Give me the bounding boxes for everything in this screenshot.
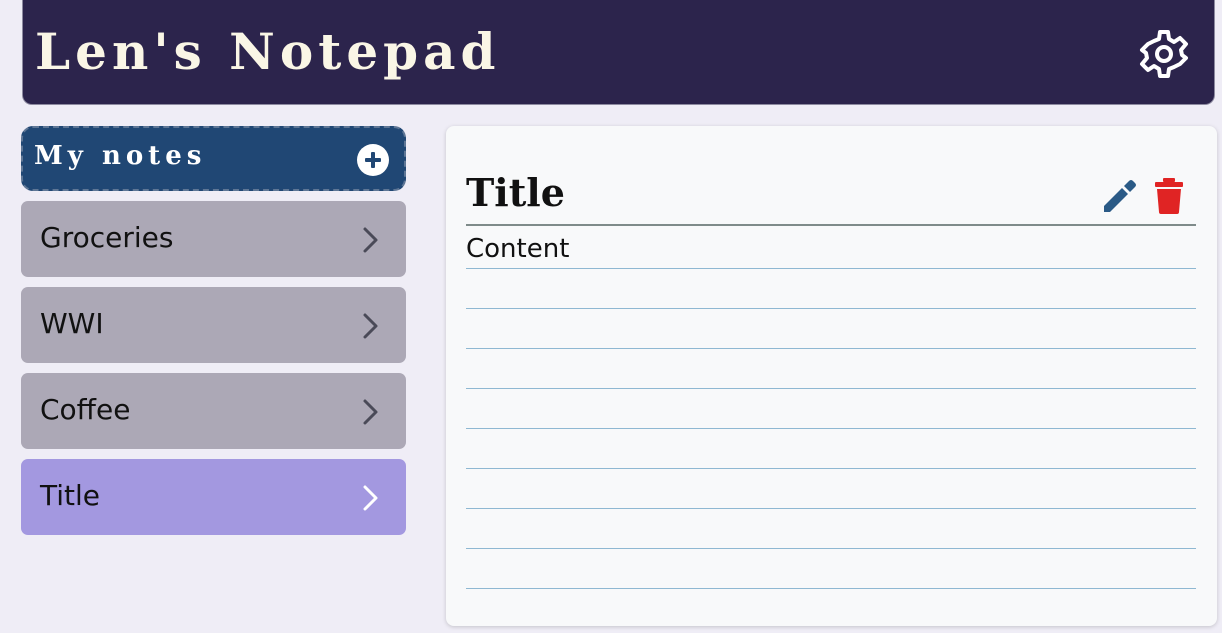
add-note-button[interactable]: [356, 143, 390, 177]
app-header: Len's Notepad: [22, 0, 1215, 105]
note-title: Title: [466, 170, 565, 215]
notes-sidebar-header: My notes: [21, 126, 406, 191]
note-content[interactable]: Content: [466, 229, 1196, 589]
sidebar-item-title[interactable]: Title: [21, 459, 406, 535]
app-title: Len's Notepad: [35, 22, 501, 81]
sidebar-item-groceries[interactable]: Groceries: [21, 201, 406, 277]
pencil-icon: [1104, 180, 1136, 212]
note-panel: Title Content: [446, 126, 1217, 626]
trash-icon: [1155, 178, 1183, 214]
chevron-right-icon: [363, 485, 378, 511]
sidebar-item-label: WWI: [40, 307, 104, 340]
sidebar-item-wwi[interactable]: WWI: [21, 287, 406, 363]
sidebar-item-label: Title: [40, 479, 101, 512]
gear-icon: [1140, 30, 1188, 78]
sidebar-item-label: Coffee: [40, 393, 131, 426]
sidebar-item-coffee[interactable]: Coffee: [21, 373, 406, 449]
chevron-right-icon: [363, 399, 378, 425]
edit-note-button[interactable]: [1100, 176, 1140, 216]
sidebar-heading: My notes: [34, 141, 207, 171]
delete-note-button[interactable]: [1150, 176, 1188, 216]
chevron-right-icon: [363, 227, 378, 253]
plus-circle-icon: [357, 144, 389, 176]
sidebar-item-label: Groceries: [40, 221, 174, 254]
title-divider: [466, 224, 1196, 226]
settings-button[interactable]: [1138, 28, 1190, 80]
chevron-right-icon: [363, 313, 378, 339]
notes-sidebar: My notes Groceries WWI Coffee Title: [21, 126, 406, 535]
